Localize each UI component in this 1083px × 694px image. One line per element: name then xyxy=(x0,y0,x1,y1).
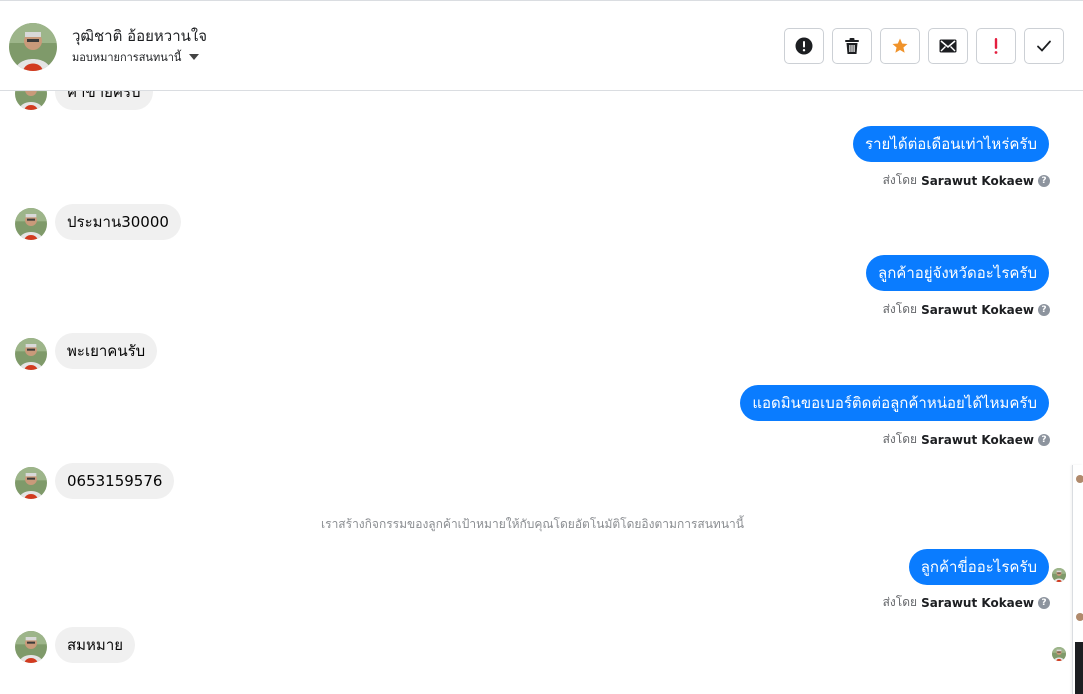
side-panel-edge[interactable] xyxy=(1072,465,1083,694)
sent-by-label: ส่งโดย Sarawut Kokaew ? xyxy=(883,430,1050,449)
delete-button[interactable] xyxy=(832,28,872,64)
assign-conversation-label: มอบหมายการสนทนานี้ xyxy=(72,51,182,64)
star-icon xyxy=(892,38,908,53)
incoming-message[interactable]: ค่าขายครับ xyxy=(55,91,153,110)
seen-indicator-avatar xyxy=(1052,568,1066,582)
contact-avatar-small xyxy=(15,91,47,110)
contact-avatar-small xyxy=(15,338,47,370)
outgoing-message[interactable]: แอดมินขอเบอร์ติดต่อลูกค้าหน่อยได้ไหมครับ xyxy=(740,385,1049,421)
message-thread[interactable]: ค่าขายครับ รายได้ต่อเดือนเท่าไหร่ครับ ส่… xyxy=(0,91,1072,694)
trash-icon xyxy=(845,38,859,54)
avatar xyxy=(1076,613,1083,621)
sent-by-label: ส่งโดย Sarawut Kokaew ? xyxy=(883,300,1050,319)
contact-name[interactable]: วุฒิชาติ อ้อยหวานใจ xyxy=(72,24,207,48)
caret-down-icon xyxy=(189,54,200,60)
sender-name[interactable]: Sarawut Kokaew xyxy=(921,596,1034,610)
conversation-header: วุฒิชาติ อ้อยหวานใจ มอบหมายการสนทนานี้ xyxy=(0,0,1083,91)
envelope-icon xyxy=(939,39,957,53)
sender-name[interactable]: Sarawut Kokaew xyxy=(921,433,1034,447)
help-icon[interactable]: ? xyxy=(1038,596,1050,609)
incoming-message[interactable]: 0653159576 xyxy=(55,463,175,499)
help-icon[interactable]: ? xyxy=(1038,433,1050,446)
incoming-message[interactable]: สมหมาย xyxy=(55,627,136,663)
avatar xyxy=(1076,475,1083,483)
assign-conversation-dropdown[interactable]: มอบหมายการสนทนานี้ xyxy=(72,48,200,66)
contact-avatar[interactable] xyxy=(9,23,57,71)
incoming-message[interactable]: ประมาน30000 xyxy=(55,204,181,240)
outgoing-message[interactable]: ลูกค้าขี่ออะไรครับ xyxy=(908,549,1049,585)
mark-done-button[interactable] xyxy=(1024,28,1064,64)
sender-name[interactable]: Sarawut Kokaew xyxy=(921,303,1034,317)
panel-divider xyxy=(1075,642,1083,694)
star-button[interactable] xyxy=(880,28,920,64)
sender-name[interactable]: Sarawut Kokaew xyxy=(921,174,1034,188)
outgoing-message[interactable]: รายได้ต่อเดือนเท่าไหร่ครับ xyxy=(853,126,1049,162)
help-icon[interactable]: ? xyxy=(1038,174,1050,187)
read-receipt-avatar xyxy=(1052,647,1066,661)
incoming-message[interactable]: พะเยาคนรับ xyxy=(55,333,158,369)
contact-avatar-small xyxy=(15,631,47,663)
contact-avatar-small xyxy=(15,467,47,499)
sent-by-label: ส่งโดย Sarawut Kokaew ? xyxy=(883,171,1050,190)
report-button[interactable] xyxy=(784,28,824,64)
follow-up-button[interactable] xyxy=(976,28,1016,64)
check-icon xyxy=(1037,40,1051,52)
conversation-actions xyxy=(784,28,1064,64)
help-icon[interactable]: ? xyxy=(1038,303,1050,316)
exclamation-icon xyxy=(994,38,998,54)
contact-avatar-small xyxy=(15,208,47,240)
system-notice: เราสร้างกิจกรรมของลูกค้าเป้าหมายให้กับคุ… xyxy=(321,517,744,531)
mark-unread-button[interactable] xyxy=(928,28,968,64)
outgoing-message[interactable]: ลูกค้าอยู่จังหวัดอะไรครับ xyxy=(866,255,1049,291)
sent-by-label: ส่งโดย Sarawut Kokaew ? xyxy=(883,593,1050,612)
alert-circle-icon xyxy=(795,37,813,55)
